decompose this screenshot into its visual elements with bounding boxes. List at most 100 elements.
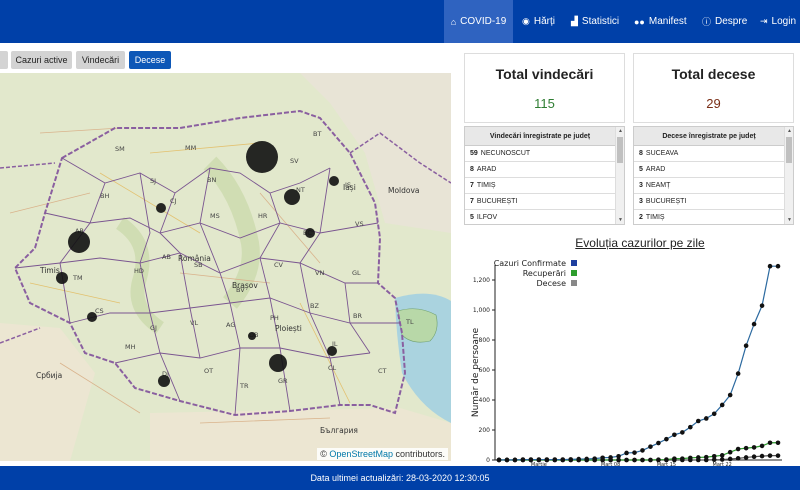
data-point <box>576 456 582 462</box>
nav-login-label: Login <box>771 16 797 27</box>
scrollbar-thumb[interactable] <box>617 137 623 163</box>
case-bubble[interactable] <box>68 231 90 253</box>
case-bubble[interactable] <box>87 312 97 322</box>
table-row: 2 TIMIȘ <box>634 210 784 224</box>
map-canvas[interactable]: SMMMSVBTBHSJBNNTISARCJMSHRBCVSTMHDABSBCV… <box>0 73 451 461</box>
filter-hidden-button[interactable] <box>0 51 8 69</box>
data-point <box>735 371 741 376</box>
data-point <box>695 418 701 424</box>
data-point <box>544 457 550 462</box>
county-label: BZ <box>310 302 319 310</box>
chart-icon: ▟ <box>571 16 578 26</box>
place-label: Moldova <box>388 186 420 195</box>
nav-covid19[interactable]: ⌂ COVID-19 <box>444 0 513 43</box>
filter-recoveries-button[interactable]: Vindecări <box>76 51 125 69</box>
table-row: 5 ILFOV <box>465 210 615 224</box>
filter-deaths-button[interactable]: Decese <box>129 51 171 69</box>
scrollbar-thumb[interactable] <box>786 137 792 163</box>
county-label: CS <box>95 307 104 315</box>
map-view[interactable]: SMMMSVBTBHSJBNNTISARCJMSHRBCVSTMHDABSBCV… <box>0 73 451 461</box>
nav-manifest[interactable]: ●● Manifest <box>634 0 687 43</box>
data-point <box>767 440 773 446</box>
compass-icon: ◉ <box>522 16 530 26</box>
filter-active-cases-button[interactable]: Cazuri active <box>11 51 72 69</box>
data-point <box>624 450 629 456</box>
data-point <box>711 411 717 417</box>
attribution-suffix: contributors. <box>392 449 445 459</box>
users-icon: ●● <box>634 16 645 27</box>
data-point <box>528 457 534 462</box>
scroll-down-icon[interactable]: ▼ <box>785 217 793 223</box>
case-bubble[interactable] <box>329 176 339 186</box>
scroll-up-icon[interactable]: ▲ <box>616 128 624 134</box>
data-point <box>680 430 685 435</box>
data-point <box>688 455 693 461</box>
recoveries-scrollbar[interactable]: ▲ ▼ <box>615 127 624 224</box>
place-label: Timiș <box>39 266 60 275</box>
case-bubble[interactable] <box>248 332 256 340</box>
openstreetmap-link[interactable]: OpenStreetMap <box>329 449 393 459</box>
deaths-total: 29 <box>706 96 721 111</box>
nav-statistici[interactable]: ▟ Statistici <box>571 0 619 43</box>
data-point <box>695 455 701 460</box>
data-point <box>632 450 637 455</box>
county-label: HD <box>134 267 144 275</box>
deaths-table[interactable]: Decese înregistrate pe județ 8 SUCEAVA 5A… <box>633 126 794 225</box>
table-row: 5 ARAD <box>634 162 784 178</box>
scroll-up-icon[interactable]: ▲ <box>785 128 793 134</box>
case-bubble[interactable] <box>327 346 337 356</box>
recoveries-total: 115 <box>534 96 555 111</box>
nav-login[interactable]: ⇥ Login <box>760 0 796 43</box>
nav-despre-label: Despre <box>715 16 748 27</box>
nav-covid19-label: COVID-19 <box>460 16 507 27</box>
table-row: 7 TIMIȘ <box>465 178 615 194</box>
data-point <box>648 444 653 449</box>
case-bubble[interactable] <box>269 354 287 372</box>
case-bubble[interactable] <box>305 228 315 238</box>
data-point <box>719 453 725 458</box>
case-bubble[interactable] <box>246 141 278 173</box>
login-icon: ⇥ <box>760 16 768 26</box>
nav-harti-label: Hărți <box>533 16 555 27</box>
y-tick-label: 1,000 <box>473 307 490 314</box>
case-bubble[interactable] <box>156 203 166 213</box>
data-point <box>656 457 661 462</box>
legend-swatch <box>571 280 577 286</box>
data-point <box>680 456 685 461</box>
data-point <box>520 457 526 462</box>
data-point <box>735 446 741 452</box>
legend-swatch <box>571 260 577 266</box>
case-bubble[interactable] <box>284 189 300 205</box>
data-point <box>512 457 518 463</box>
county-label: VS <box>355 220 364 228</box>
case-bubble[interactable] <box>56 272 68 284</box>
data-point <box>608 455 613 460</box>
county-label: MS <box>210 212 220 220</box>
evolution-chart[interactable]: 02004006008001,0001,200Martie Mart 08 Mart… <box>470 252 790 466</box>
county-label: BT <box>313 130 321 138</box>
scroll-down-icon[interactable]: ▼ <box>616 217 624 223</box>
data-point <box>767 453 773 458</box>
data-point <box>703 454 709 460</box>
data-point <box>624 457 629 463</box>
data-point <box>672 456 677 461</box>
deaths-scrollbar[interactable]: ▲ ▼ <box>784 127 793 224</box>
footer: Data ultimei actualizări: 28-03-2020 12:… <box>0 466 800 490</box>
recoveries-title: Total vindecări <box>495 66 594 82</box>
data-point <box>719 457 725 462</box>
county-label: GJ <box>150 324 157 332</box>
data-point <box>743 343 749 348</box>
nav-harti[interactable]: ◉ Hărți <box>522 0 555 43</box>
data-point <box>703 416 709 421</box>
recoveries-table[interactable]: Vindecări înregistrate pe județ 59 NECUNO… <box>464 126 625 225</box>
home-icon: ⌂ <box>450 16 457 27</box>
county-label: BH <box>100 192 109 200</box>
case-bubble[interactable] <box>158 375 170 387</box>
data-point <box>568 457 574 462</box>
nav-despre[interactable]: ⓘ Despre <box>702 0 747 43</box>
data-point <box>640 457 645 463</box>
data-point <box>743 445 749 451</box>
table-row: 8 SUCEAVA <box>634 146 784 162</box>
county-label: TR <box>239 382 249 390</box>
data-point <box>640 448 645 453</box>
